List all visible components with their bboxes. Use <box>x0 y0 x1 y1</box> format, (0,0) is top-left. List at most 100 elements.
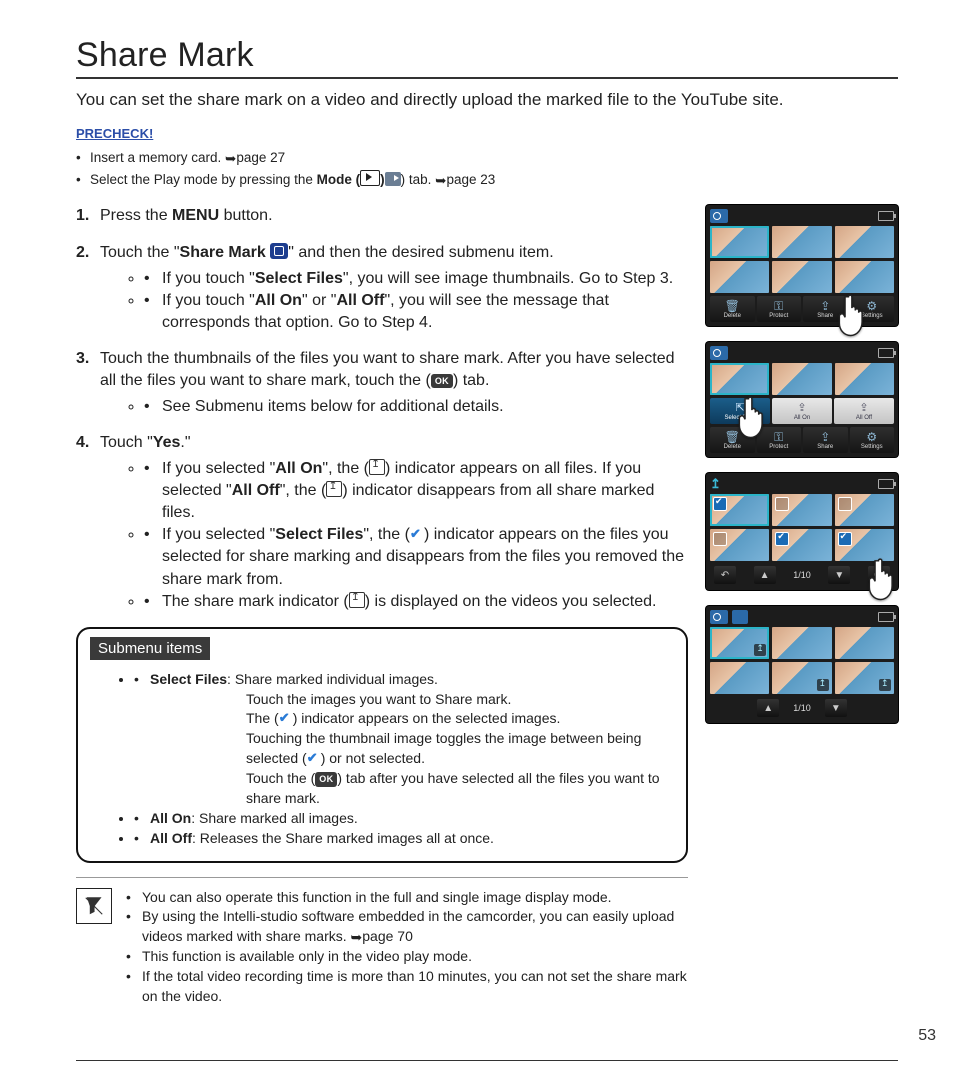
thumbnail[interactable] <box>710 226 769 258</box>
gear-icon: ⚙ <box>866 431 877 443</box>
protect-button[interactable]: ⚿Protect <box>757 296 802 322</box>
precheck-list: Insert a memory card. ➥page 27 Select th… <box>76 147 898 192</box>
screenshots-column: 🗑Delete ⚿Protect ⇪Share ⚙Settings <box>706 205 898 1006</box>
share-mark-badge-icon <box>754 644 766 656</box>
settings-button[interactable]: ⚙Settings <box>850 296 895 322</box>
key-icon: ⚿ <box>774 431 783 443</box>
thumbnail[interactable] <box>835 261 894 293</box>
ok-button[interactable]: OK <box>868 566 890 584</box>
checkbox-off-icon <box>775 497 789 511</box>
all-on-button[interactable]: ⇪All On <box>772 398 832 424</box>
camera-screen-4: ▲ 1/10 ▼ <box>706 606 898 723</box>
step-4-sub: If you selected "All On", the () indicat… <box>144 458 688 524</box>
thumbnail[interactable] <box>772 226 831 258</box>
share-icon: ⇪ <box>820 431 830 443</box>
step-2-sub: If you touch "All On" or "All Off", you … <box>144 290 688 334</box>
share-mark-indicator-icon <box>326 481 342 497</box>
page-number: 53 <box>918 1027 936 1045</box>
thumbnail[interactable] <box>710 627 769 659</box>
thumbnail[interactable] <box>835 627 894 659</box>
precheck-item: Insert a memory card. ➥page 27 <box>76 147 898 169</box>
camera-screen-3: ↥ ↶ ▲ 1/10 ▼ OK <box>706 473 898 590</box>
thumbnail[interactable] <box>835 363 894 395</box>
camera-mode-icon <box>710 209 728 223</box>
thumbnail[interactable] <box>710 529 769 561</box>
steps-list: 1. Press the MENU button. 2. Touch the "… <box>76 205 688 612</box>
ok-button-icon: OK <box>431 374 453 388</box>
page-indicator: 1/10 <box>793 570 811 580</box>
share-mark-indicator-icon <box>369 459 385 475</box>
thumbnail[interactable] <box>835 226 894 258</box>
step-4: 4. Touch "Yes." If you selected "All On"… <box>76 432 688 613</box>
thumbnail[interactable] <box>710 363 769 395</box>
step-3: 3. Touch the thumbnails of the files you… <box>76 348 688 418</box>
share-icon: ⇪ <box>820 300 830 312</box>
thumbnail[interactable] <box>835 494 894 526</box>
intro-text: You can set the share mark on a video an… <box>76 89 898 112</box>
thumbnail[interactable] <box>710 662 769 694</box>
thumbnail[interactable] <box>835 662 894 694</box>
battery-icon <box>878 348 894 358</box>
all-off-button[interactable]: ⇪All Off <box>834 398 894 424</box>
thumbnail[interactable] <box>835 529 894 561</box>
step-2-sub: If you touch "Select Files", you will se… <box>144 268 688 290</box>
note-item: By using the Intelli-studio software emb… <box>126 907 688 947</box>
delete-button[interactable]: 🗑Delete <box>710 427 755 453</box>
step-3-sub: See Submenu items below for additional d… <box>144 396 688 418</box>
page-indicator: 1/10 <box>793 703 811 713</box>
arrow-icon: ➥ <box>435 170 446 192</box>
trash-icon: 🗑 <box>725 300 740 312</box>
thumbnail[interactable] <box>772 662 831 694</box>
all-off-icon: ⇪ <box>859 401 868 414</box>
page-title: Share Mark <box>76 36 898 79</box>
step-4-sub: The share mark indicator () is displayed… <box>144 591 688 613</box>
precheck-heading: PRECHECK! <box>76 126 898 141</box>
submenu-box: Submenu items Select Files: Share marked… <box>76 627 688 863</box>
arrow-icon: ➥ <box>225 148 236 170</box>
precheck-item: Select the Play mode by pressing the Mod… <box>76 169 898 191</box>
checkbox-on-icon <box>838 532 852 546</box>
all-on-icon: ⇪ <box>797 401 806 414</box>
page-up-button[interactable]: ▲ <box>757 699 779 717</box>
trash-icon: 🗑 <box>725 431 740 443</box>
notes-box: You can also operate this function in th… <box>76 877 688 1007</box>
submenu-heading: Submenu items <box>90 637 210 660</box>
camera-screen-1: 🗑Delete ⚿Protect ⇪Share ⚙Settings <box>706 205 898 326</box>
thumbnail[interactable] <box>772 529 831 561</box>
share-button[interactable]: ⇪Share <box>803 427 848 453</box>
mode-icon <box>732 610 748 624</box>
share-button[interactable]: ⇪Share <box>803 296 848 322</box>
checkbox-on-icon <box>713 497 727 511</box>
page-down-button[interactable]: ▼ <box>828 566 850 584</box>
upload-mode-icon: ↥ <box>710 477 728 491</box>
check-indicator-icon <box>307 751 321 765</box>
play-mode-icon <box>360 170 380 186</box>
back-button[interactable]: ↶ <box>714 566 736 584</box>
note-item: This function is available only in the v… <box>126 947 688 967</box>
select-files-button[interactable]: ⇱Select Files <box>710 398 770 424</box>
delete-button[interactable]: 🗑Delete <box>710 296 755 322</box>
footer-rule <box>76 1060 898 1062</box>
thumbnail[interactable] <box>710 494 769 526</box>
thumbnail[interactable] <box>772 261 831 293</box>
submenu-item: All On: Share marked all images. <box>134 809 672 829</box>
page-up-button[interactable]: ▲ <box>754 566 776 584</box>
page-down-button[interactable]: ▼ <box>825 699 847 717</box>
battery-icon <box>878 479 894 489</box>
thumbnail[interactable] <box>772 363 831 395</box>
submenu-item: All Off: Releases the Share marked image… <box>134 829 672 849</box>
thumbnail[interactable] <box>772 494 831 526</box>
video-tab-icon <box>385 172 401 186</box>
note-item: If the total video recording time is mor… <box>126 967 688 1007</box>
camera-screen-2: ⇱Select Files ⇪All On ⇪All Off 🗑Delete ⚿… <box>706 342 898 457</box>
protect-button[interactable]: ⚿Protect <box>757 427 802 453</box>
step-2: 2. Touch the "Share Mark " and then the … <box>76 242 688 334</box>
thumbnail[interactable] <box>710 261 769 293</box>
note-item: You can also operate this function in th… <box>126 888 688 908</box>
checkbox-on-icon <box>775 532 789 546</box>
settings-button[interactable]: ⚙Settings <box>850 427 895 453</box>
step-1: 1. Press the MENU button. <box>76 205 688 227</box>
gear-icon: ⚙ <box>866 300 877 312</box>
check-indicator-icon <box>410 527 424 541</box>
thumbnail[interactable] <box>772 627 831 659</box>
